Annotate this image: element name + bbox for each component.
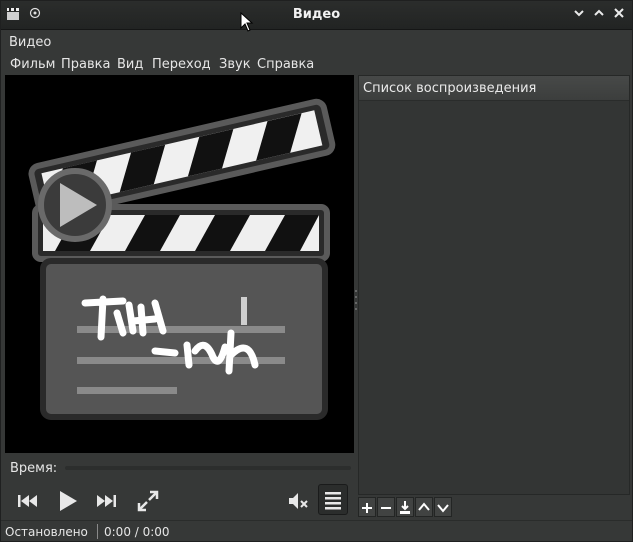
app-label-bar: Видео <box>1 30 632 54</box>
skip-back-icon <box>18 495 37 507</box>
playlist-title: Список воспроизведения <box>363 81 537 96</box>
fullscreen-button[interactable] <box>134 487 162 515</box>
play-button[interactable] <box>53 487 81 515</box>
playlist-header: Список воспроизведения <box>359 76 629 101</box>
playback-state: Остановлено <box>5 525 88 539</box>
playlist-move-up-button[interactable] <box>415 497 433 517</box>
mouse-cursor-icon <box>240 12 254 32</box>
menu-help[interactable]: Справка <box>257 57 314 72</box>
close-icon[interactable] <box>613 7 625 23</box>
minus-icon <box>381 507 391 509</box>
plus-icon <box>362 503 372 513</box>
menu-film[interactable]: Фильм <box>10 57 55 72</box>
volume-muted-icon <box>289 493 308 509</box>
download-icon <box>400 501 410 514</box>
chevron-up-icon[interactable] <box>593 7 605 23</box>
menu-edit[interactable]: Правка <box>61 57 110 72</box>
menu-go[interactable]: Переход <box>152 57 211 72</box>
totem-logo-image <box>28 98 336 420</box>
playlist-add-button[interactable] <box>358 497 376 517</box>
playlist-remove-button[interactable] <box>377 497 395 517</box>
skip-forward-icon <box>97 495 116 507</box>
playback-time: 0:00 / 0:00 <box>104 525 170 539</box>
menu-sound[interactable]: Звук <box>219 57 251 72</box>
menu-bar: Фильм Правка Вид Переход Звук Справка <box>1 54 632 74</box>
fullscreen-icon <box>137 490 159 512</box>
seek-slider[interactable] <box>65 466 351 470</box>
playlist-toggle-button[interactable] <box>318 484 348 515</box>
app-window: Видео Видео Фильм Правка Вид Переход Зву… <box>0 0 633 542</box>
status-separator <box>97 524 98 539</box>
previous-button[interactable] <box>13 487 41 515</box>
list-icon <box>325 492 341 510</box>
volume-button[interactable] <box>284 487 312 515</box>
video-area[interactable] <box>5 75 354 453</box>
playlist-save-button[interactable] <box>396 497 414 517</box>
chevron-down-icon[interactable] <box>573 7 585 23</box>
app-label: Видео <box>9 35 52 50</box>
menu-view[interactable]: Вид <box>117 57 143 72</box>
time-bar: Время: <box>5 458 354 478</box>
window-title: Видео <box>292 7 341 22</box>
playlist-move-down-button[interactable] <box>434 497 452 517</box>
next-button[interactable] <box>93 487 121 515</box>
play-icon <box>60 491 77 511</box>
playlist-panel[interactable]: Список воспроизведения <box>358 75 630 495</box>
chevron-up-icon <box>418 502 430 511</box>
time-label: Время: <box>10 461 58 476</box>
status-bar: Остановлено 0:00 / 0:00 <box>1 520 632 542</box>
title-bar: Видео <box>1 1 632 30</box>
chevron-down-icon <box>437 504 449 513</box>
